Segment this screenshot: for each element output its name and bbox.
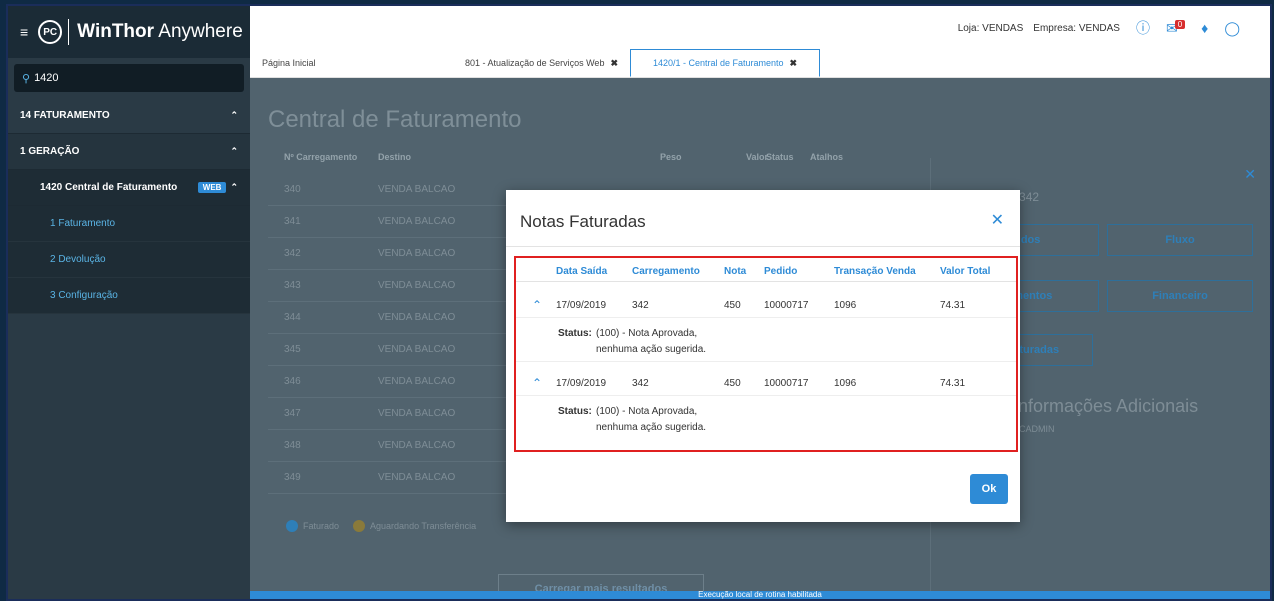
pc-logo-icon: PC <box>38 20 63 44</box>
menu-icon[interactable]: ≡ <box>20 24 28 40</box>
tab-bar: Página Inicial 801 - Atualização de Serv… <box>250 49 1270 78</box>
sidebar-subitem-devolucao[interactable]: 2 Devolução <box>8 242 250 278</box>
chevron-up-icon: ⌃ <box>230 182 238 192</box>
row-status-detail: Status: (100) - Nota Aprovada, nenhuma a… <box>558 406 707 433</box>
app-window: ≡ PC WinThor Anywhere ⚲ 1420 14 FATURAME… <box>6 4 1272 601</box>
sidebar-search-input[interactable]: ⚲ 1420 <box>14 64 244 92</box>
row-status-detail: Status: (100) - Nota Aprovada, nenhuma a… <box>516 318 1016 362</box>
aguardando-dot-icon <box>353 520 366 532</box>
chevron-up-icon[interactable]: ⌃ <box>532 298 542 312</box>
web-badge: WEB <box>197 182 227 193</box>
sidebar: ≡ PC WinThor Anywhere ⚲ 1420 14 FATURAME… <box>8 6 250 599</box>
table-row[interactable]: ⌃ 17/09/2019 342 450 10000717 1096 74.31 <box>516 292 1016 318</box>
close-tab-icon[interactable]: ✖ <box>790 58 798 69</box>
fluxo-button[interactable]: Fluxo <box>1107 224 1253 256</box>
status-bar: Execução local de rotina habilitada <box>250 591 1270 599</box>
sidebar-subitem-faturamento[interactable]: 1 Faturamento <box>8 206 250 242</box>
chevron-up-icon: ⌃ <box>230 146 238 156</box>
chevron-up-icon[interactable]: ⌃ <box>532 376 542 390</box>
search-icon: ⚲ <box>22 72 31 85</box>
tab-atualizacao-servicos[interactable]: 801 - Atualização de Serviços Web ✖ <box>440 49 630 77</box>
notas-table: Data Saída Carregamento Nota Pedido Tran… <box>514 256 1018 452</box>
top-header: Loja: VENDAS Empresa: VENDAS ⓘ ✉0 ♦ ◯ <box>250 6 1270 50</box>
close-icon[interactable]: ✕ <box>991 210 1004 230</box>
close-icon[interactable]: ✕ <box>1244 166 1256 183</box>
notas-faturadas-modal: Notas Faturadas ✕ Data Saída Carregament… <box>506 190 1020 522</box>
sidebar-subitem-configuracao[interactable]: 3 Configuração <box>8 278 250 314</box>
chevron-up-icon: ⌃ <box>230 110 238 120</box>
financeiro-button[interactable]: Financeiro <box>1107 280 1253 312</box>
table-header: Data Saída Carregamento Nota Pedido Tran… <box>516 266 1016 282</box>
mail-count-badge: 0 <box>1174 19 1186 29</box>
help-icon[interactable]: ⓘ <box>1136 18 1150 38</box>
tab-pagina-inicial[interactable]: Página Inicial <box>250 49 440 77</box>
app-brand: WinThor Anywhere <box>77 21 243 42</box>
info-title: Informações Adicionais <box>1013 396 1199 416</box>
sidebar-item-faturamento[interactable]: 14 FATURAMENTO ⌃ <box>8 98 250 134</box>
modal-title: Notas Faturadas <box>520 212 646 231</box>
mail-icon[interactable]: ✉0 <box>1166 19 1186 37</box>
sidebar-header: ≡ PC WinThor Anywhere <box>8 6 250 58</box>
tab-central-faturamento[interactable]: 1420/1 - Central de Faturamento ✖ <box>630 49 820 77</box>
ok-button[interactable]: Ok <box>970 474 1008 504</box>
sidebar-item-geracao[interactable]: 1 GERAÇÃO ⌃ <box>8 134 250 170</box>
table-row[interactable]: ⌃ 17/09/2019 342 450 10000717 1096 74.31 <box>516 370 1016 396</box>
logo-divider <box>68 19 70 45</box>
empresa-label: Empresa: VENDAS <box>1033 22 1120 34</box>
divider <box>506 246 1020 247</box>
loja-label: Loja: VENDAS <box>957 22 1024 34</box>
sidebar-item-central-faturamento[interactable]: 1420 Central de Faturamento WEB ⌃ <box>8 170 250 206</box>
status-legend: Faturado Aguardando Transferência <box>286 520 476 532</box>
page-title: Central de Faturamento <box>268 106 522 133</box>
close-tab-icon[interactable]: ✖ <box>610 58 618 69</box>
bell-icon[interactable]: ♦ <box>1201 20 1208 36</box>
user-icon[interactable]: ◯ <box>1224 20 1240 37</box>
search-value: 1420 <box>34 72 59 84</box>
faturado-dot-icon <box>286 520 298 532</box>
